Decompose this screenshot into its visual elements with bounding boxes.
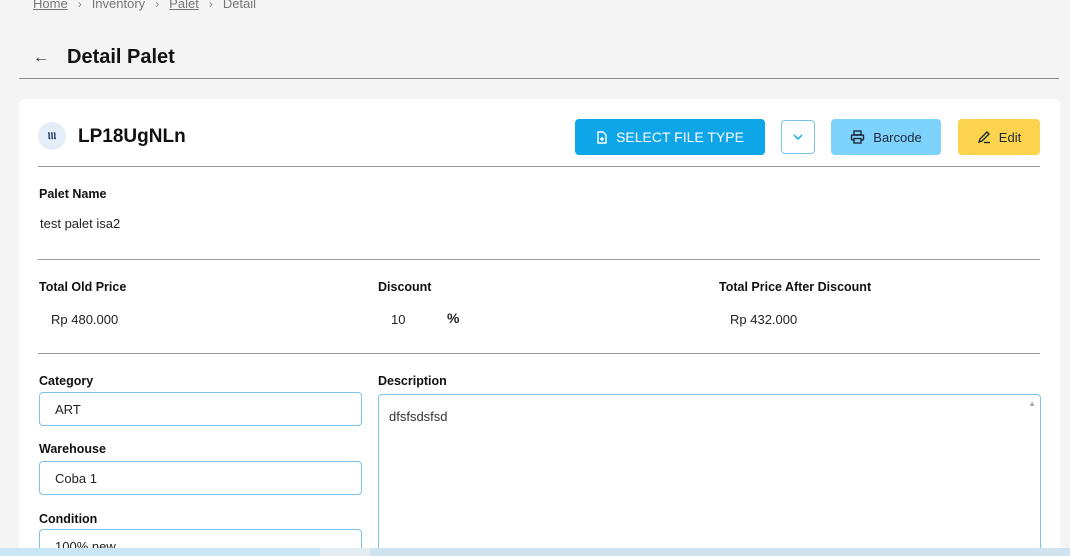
page: Home › Inventory › Palet › Detail ← Deta… bbox=[0, 0, 1070, 556]
total-after-discount-label: Total Price After Discount bbox=[719, 280, 872, 294]
breadcrumb: Home › Inventory › Palet › Detail bbox=[33, 0, 256, 11]
header-divider bbox=[19, 78, 1059, 79]
page-title: Detail Palet bbox=[67, 46, 175, 68]
warehouse-label: Warehouse bbox=[39, 442, 106, 456]
category-value: ART bbox=[55, 401, 81, 417]
page-header: ← Detail Palet bbox=[33, 46, 175, 69]
warehouse-value: Coba 1 bbox=[55, 470, 97, 486]
back-arrow-icon[interactable]: ← bbox=[33, 49, 49, 66]
chevron-down-icon bbox=[793, 134, 803, 140]
description-textarea[interactable]: dfsfsdsfsd ▲ bbox=[378, 394, 1041, 554]
select-file-type-label: SELECT FILE TYPE bbox=[616, 129, 744, 145]
discount-label: Discount bbox=[378, 280, 432, 294]
scroll-up-icon[interactable]: ▲ bbox=[1028, 399, 1036, 408]
bottom-bar-segment bbox=[370, 548, 1070, 556]
bottom-overlay-bar bbox=[0, 548, 1070, 556]
barcode-label: Barcode bbox=[873, 129, 922, 145]
total-old-price-value: Rp 480.000 bbox=[51, 312, 119, 327]
file-type-dropdown-button[interactable] bbox=[781, 120, 815, 154]
discount-percent-symbol: % bbox=[447, 310, 460, 326]
breadcrumb-palet[interactable]: Palet bbox=[169, 0, 199, 11]
edit-label: Edit bbox=[998, 129, 1022, 145]
printer-icon bbox=[851, 130, 865, 144]
description-label: Description bbox=[378, 374, 447, 388]
breadcrumb-separator: › bbox=[155, 0, 160, 11]
section-divider bbox=[38, 259, 1040, 260]
description-value: dfsfsdsfsd bbox=[389, 409, 448, 424]
total-old-price-label: Total Old Price bbox=[39, 280, 127, 294]
breadcrumb-separator: › bbox=[77, 0, 82, 11]
palet-code: LP18UgNLn bbox=[78, 126, 186, 147]
card-header: ⲒⲒⲒ LP18UgNLn SELECT FILE TYPE Barcode E… bbox=[38, 119, 1040, 167]
select-file-type-button[interactable]: SELECT FILE TYPE bbox=[575, 119, 765, 155]
palet-name-label: Palet Name bbox=[39, 187, 107, 201]
section-divider bbox=[38, 353, 1040, 354]
discount-value: 10 bbox=[391, 312, 406, 327]
bottom-bar-segment bbox=[320, 548, 370, 556]
category-field[interactable]: ART bbox=[39, 392, 362, 426]
condition-label: Condition bbox=[39, 512, 98, 526]
pencil-icon bbox=[977, 131, 990, 144]
breadcrumb-home[interactable]: Home bbox=[33, 0, 68, 11]
palet-name-value: test palet isa2 bbox=[40, 216, 121, 231]
palet-detail-card: ⲒⲒⲒ LP18UgNLn SELECT FILE TYPE Barcode E… bbox=[19, 99, 1060, 556]
category-label: Category bbox=[39, 374, 94, 388]
barcode-button[interactable]: Barcode bbox=[831, 119, 941, 155]
file-plus-icon bbox=[597, 130, 607, 144]
total-after-discount-value: Rp 432.000 bbox=[730, 312, 798, 327]
breadcrumb-separator: › bbox=[208, 0, 213, 11]
edit-button[interactable]: Edit bbox=[958, 119, 1040, 155]
bottom-bar-segment bbox=[0, 548, 320, 556]
warehouse-field[interactable]: Coba 1 bbox=[39, 461, 362, 495]
breadcrumb-inventory: Inventory bbox=[91, 0, 146, 11]
breadcrumb-detail: Detail bbox=[222, 0, 257, 11]
barcode-scan-icon: ⲒⲒⲒ bbox=[38, 122, 66, 150]
